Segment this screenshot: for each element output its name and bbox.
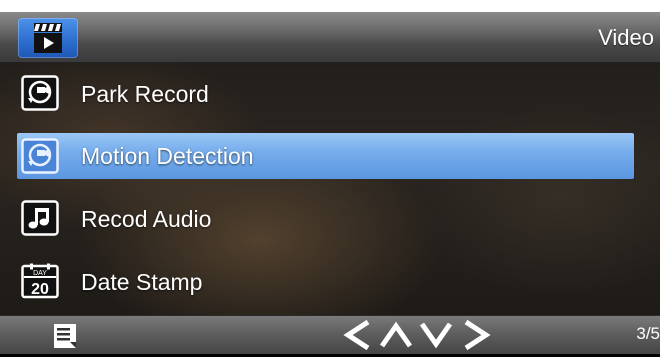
motion-detection-icon bbox=[21, 138, 59, 174]
chevron-down-icon[interactable] bbox=[418, 318, 454, 352]
header-title: Video bbox=[598, 25, 654, 50]
header-bar: Video bbox=[0, 12, 660, 63]
chevron-up-icon[interactable] bbox=[378, 318, 414, 352]
menu-item-park-record[interactable]: Park Record bbox=[0, 70, 660, 118]
calendar-day-number: 20 bbox=[31, 281, 49, 298]
chevron-right-icon[interactable] bbox=[458, 318, 494, 352]
footer-bar: 3/5 bbox=[0, 315, 660, 354]
calendar-day-label: DAY bbox=[33, 270, 47, 277]
park-record-icon bbox=[21, 75, 59, 111]
menu-item-label: Motion Detection bbox=[81, 143, 254, 169]
calendar-icon: DAY 20 bbox=[21, 263, 59, 299]
list-menu-icon[interactable] bbox=[53, 323, 77, 349]
menu-item-label: Recod Audio bbox=[81, 206, 212, 232]
top-edge-strip bbox=[0, 0, 660, 12]
menu-item-date-stamp[interactable]: DAY 20 Date Stamp bbox=[0, 258, 660, 306]
menu-item-record-audio[interactable]: Recod Audio bbox=[0, 195, 660, 243]
menu-item-motion-detection[interactable]: Motion Detection bbox=[0, 133, 660, 181]
chevron-left-icon[interactable] bbox=[340, 318, 376, 352]
menu-item-label: Park Record bbox=[81, 81, 209, 107]
page-indicator: 3/5 bbox=[636, 324, 660, 343]
camera-screen: Video Park Record Motion Detection Recod… bbox=[0, 0, 660, 354]
menu-item-label: Date Stamp bbox=[81, 269, 203, 295]
music-note-icon bbox=[21, 200, 59, 236]
video-mode-icon[interactable] bbox=[18, 18, 78, 58]
